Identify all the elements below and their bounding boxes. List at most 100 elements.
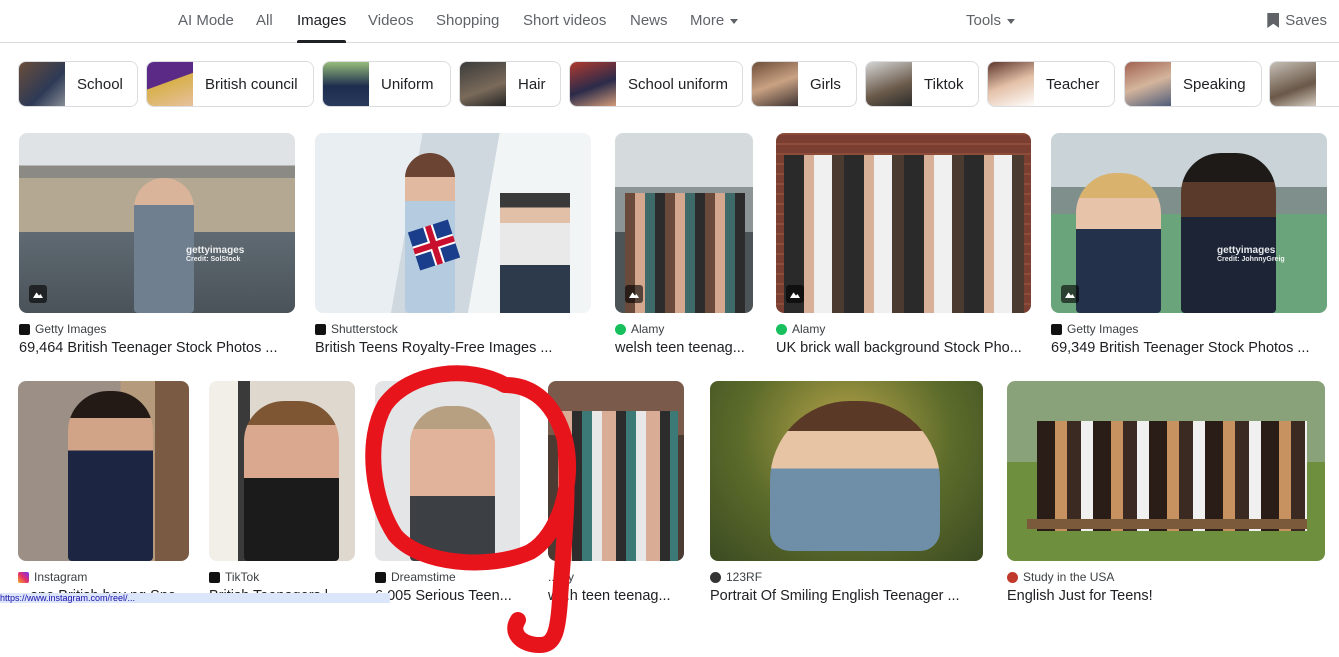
chip-label: School: [77, 75, 123, 93]
result-image: [209, 381, 355, 561]
result-image-subject: [500, 193, 570, 313]
result-source: 123RF: [710, 570, 762, 584]
result-image-subject: [68, 391, 153, 561]
search-tabs-bar: AI Mode All Images Videos Shopping Short…: [0, 0, 1339, 43]
result-source: Alamy: [615, 322, 664, 336]
source-name: ...my: [548, 570, 574, 584]
result-title[interactable]: UK brick wall background Stock Pho...: [776, 340, 1031, 356]
chip-label: Speaking: [1183, 75, 1246, 93]
image-result-card[interactable]: Study in the USA English Just for Teens!: [1007, 381, 1325, 606]
result-title[interactable]: welsh teen teenag...: [615, 340, 753, 356]
image-result-card[interactable]: TikTok British Teenagers l...: [209, 381, 355, 606]
source-name: Alamy: [631, 322, 665, 336]
tools-label: Tools: [966, 12, 1002, 29]
image-result-card[interactable]: gettyimages Credit: SolStock Getty Image…: [19, 133, 295, 358]
result-image-subject: [625, 193, 745, 313]
result-image: [18, 381, 189, 561]
status-url-bar: https://www.instagram.com/reel/...: [0, 593, 390, 603]
image-icon: [29, 285, 47, 303]
result-image-subject: [1076, 173, 1161, 313]
result-source: Study in the USA: [1007, 570, 1114, 584]
result-image: [548, 381, 684, 561]
chip-label: Tiktok: [924, 75, 964, 93]
result-image: [1007, 381, 1325, 561]
chip-girls[interactable]: Girls: [751, 61, 857, 107]
bench: [1027, 519, 1307, 529]
chip-school[interactable]: School: [18, 61, 138, 107]
result-source: Getty Images: [19, 322, 106, 336]
source-name: 123RF: [726, 570, 763, 584]
source-name: Getty Images: [35, 322, 107, 336]
chip-more[interactable]: [1269, 61, 1339, 107]
result-image-subject: [558, 411, 678, 561]
tab-news[interactable]: News: [630, 12, 668, 29]
chip-label: School uniform: [628, 75, 729, 93]
watermark-credit: Credit: SolStock: [186, 256, 241, 263]
result-image: gettyimages Credit: JohnnyGreig: [1051, 133, 1327, 313]
result-image-subject: [1037, 421, 1307, 531]
image-result-card[interactable]: Alamy UK brick wall background Stock Pho…: [776, 133, 1031, 358]
chip-thumbnail: [988, 62, 1034, 106]
chip-hair[interactable]: Hair: [459, 61, 561, 107]
tab-all[interactable]: All: [256, 12, 273, 29]
saves-button[interactable]: Saves: [1267, 12, 1327, 29]
chip-label: British council: [205, 75, 298, 93]
image-result-card[interactable]: ...my w...h teen teenag...: [548, 381, 684, 606]
image-result-card[interactable]: Alamy welsh teen teenag...: [615, 133, 753, 358]
image-result-card[interactable]: gettyimages Credit: JohnnyGreig Getty Im…: [1051, 133, 1327, 358]
result-image-subject: [134, 178, 194, 313]
result-image: [315, 133, 591, 313]
tab-videos[interactable]: Videos: [368, 12, 414, 29]
tab-ai-mode[interactable]: AI Mode: [178, 12, 234, 29]
chip-thumbnail: [19, 62, 65, 106]
source-name: Getty Images: [1067, 322, 1139, 336]
watermark: gettyimages: [1217, 245, 1276, 256]
chip-school-uniform[interactable]: School uniform: [569, 61, 743, 107]
result-image: [710, 381, 983, 561]
result-image-subject: [244, 401, 339, 561]
chip-thumbnail: [1125, 62, 1171, 106]
tab-more-label: More: [690, 12, 725, 29]
chip-thumbnail: [866, 62, 912, 106]
result-title[interactable]: 69,464 British Teenager Stock Photos ...: [19, 340, 295, 356]
result-title[interactable]: Portrait Of Smiling English Teenager ...: [710, 588, 983, 604]
image-result-card[interactable]: Shutterstock British Teens Royalty-Free …: [315, 133, 591, 358]
chip-speaking[interactable]: Speaking: [1124, 61, 1262, 107]
chip-teacher[interactable]: Teacher: [987, 61, 1115, 107]
saves-label: Saves: [1285, 12, 1327, 29]
source-name: Dreamstime: [391, 570, 456, 584]
chip-thumbnail: [323, 62, 369, 106]
image-result-card[interactable]: Dreamstime 6,005 Serious Teen...: [375, 381, 520, 606]
chip-uniform[interactable]: Uniform: [322, 61, 451, 107]
result-image: gettyimages Credit: SolStock: [19, 133, 295, 313]
shutterstock-favicon-icon: [315, 323, 326, 335]
study-usa-favicon-icon: [1007, 571, 1018, 583]
source-name: TikTok: [225, 570, 260, 584]
result-title[interactable]: w...h teen teenag...: [548, 588, 684, 604]
chip-british-council[interactable]: British council: [146, 61, 314, 107]
chip-thumbnail: [570, 62, 616, 106]
image-result-card[interactable]: 123RF Portrait Of Smiling English Teenag…: [710, 381, 983, 606]
result-source: Shutterstock: [315, 322, 398, 336]
tools-button[interactable]: Tools: [966, 12, 1016, 29]
result-source: TikTok: [209, 570, 259, 584]
chip-tiktok[interactable]: Tiktok: [865, 61, 979, 107]
result-title[interactable]: 69,349 British Teenager Stock Photos ...: [1051, 340, 1327, 356]
result-source: ...my: [548, 570, 574, 584]
tab-shopping[interactable]: Shopping: [436, 12, 499, 29]
getty-favicon-icon: [1051, 323, 1062, 335]
tab-short-videos[interactable]: Short videos: [523, 12, 606, 29]
result-title[interactable]: 6,005 Serious Teen...: [375, 588, 520, 604]
tab-more[interactable]: More: [690, 12, 739, 29]
chip-thumbnail: [752, 62, 798, 106]
tab-images[interactable]: Images: [297, 12, 347, 43]
image-result-card[interactable]: Instagram ...ape British boy ng Sno...: [18, 381, 189, 606]
result-title[interactable]: English Just for Teens!: [1007, 588, 1325, 604]
bookmark-icon: [1267, 13, 1280, 28]
result-title[interactable]: British Teens Royalty-Free Images ...: [315, 340, 591, 356]
image-icon: [786, 285, 804, 303]
chip-thumbnail: [460, 62, 506, 106]
chip-label: Teacher: [1046, 75, 1100, 93]
result-image: [615, 133, 753, 313]
image-icon: [625, 285, 643, 303]
